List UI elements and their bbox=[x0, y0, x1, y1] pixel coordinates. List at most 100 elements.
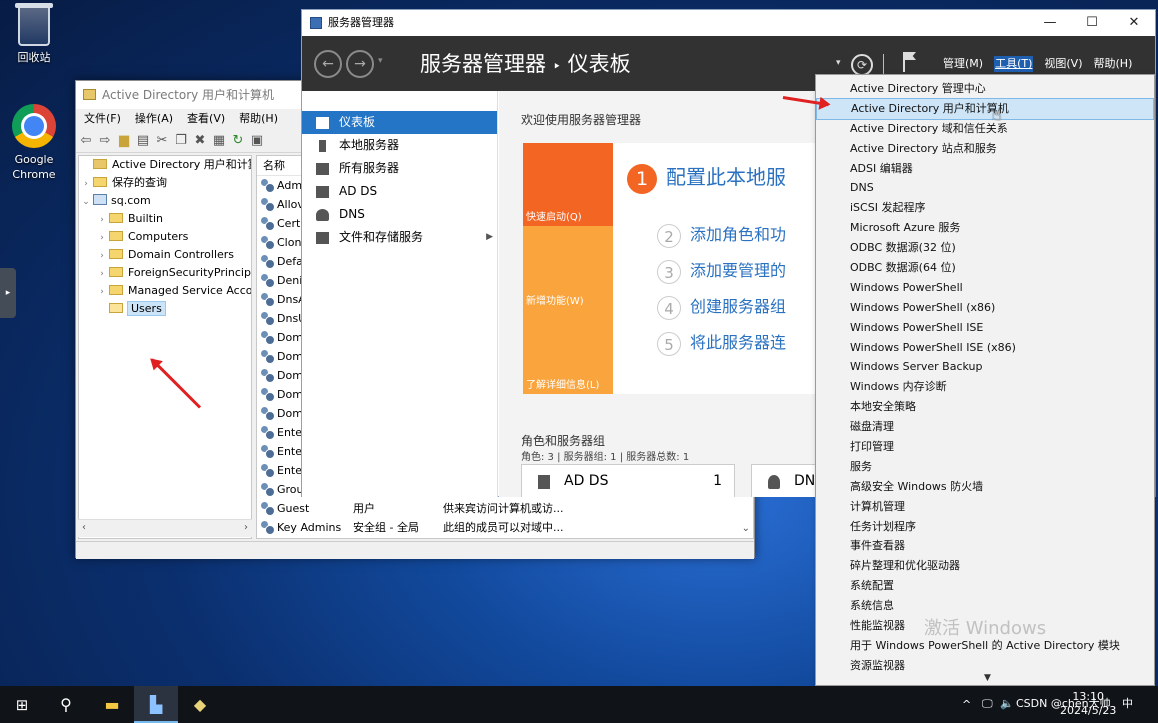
tools-menu-item[interactable]: ODBC 数据源(64 位) bbox=[816, 258, 1154, 278]
close-button[interactable]: ✕ bbox=[1114, 10, 1154, 36]
tools-menu-item[interactable]: 磁盘清理 bbox=[816, 417, 1154, 437]
tools-menu-item[interactable]: 高级安全 Windows 防火墙 bbox=[816, 477, 1154, 497]
menu-help[interactable]: 帮助(H) bbox=[1094, 56, 1133, 72]
tile-whats-new[interactable]: 新增功能(W) bbox=[523, 226, 613, 310]
expand-arrow-icon[interactable]: ▶ bbox=[486, 226, 493, 249]
desktop-icon-chrome[interactable]: Google Chrome bbox=[4, 104, 64, 182]
tree-item-managed-service-accounts[interactable]: ›Managed Service Accounts bbox=[79, 282, 251, 300]
tools-menu-item[interactable]: ODBC 数据源(32 位) bbox=[816, 238, 1154, 258]
back-icon[interactable]: ⇦ bbox=[79, 134, 93, 148]
table-row[interactable]: Guest 用户 供来宾访问计算机或访... bbox=[257, 499, 753, 518]
tools-menu-item[interactable]: Active Directory 站点和服务 bbox=[816, 139, 1154, 159]
nav-all-servers[interactable]: 所有服务器 bbox=[302, 157, 497, 180]
nav-file-storage[interactable]: 文件和存储服务 ▶ bbox=[302, 226, 497, 249]
dropdown-icon[interactable]: ▾ bbox=[836, 58, 841, 68]
refresh-icon[interactable]: ⟳ bbox=[851, 54, 873, 76]
scroll-left-icon[interactable]: ‹ bbox=[82, 522, 86, 533]
tools-menu-item[interactable]: Windows Server Backup bbox=[816, 357, 1154, 377]
tools-menu-item[interactable]: Windows PowerShell bbox=[816, 278, 1154, 298]
desktop-icon-recycle-bin[interactable]: 回收站 bbox=[4, 3, 64, 65]
tools-menu-item[interactable]: Active Directory 管理中心 bbox=[816, 79, 1154, 99]
show-console-tree-icon[interactable]: ▤ bbox=[136, 134, 150, 148]
nav-ad-ds[interactable]: AD DS bbox=[302, 180, 497, 203]
scroll-down-icon[interactable]: ⌄ bbox=[742, 523, 750, 534]
up-folder-icon[interactable]: ▆ bbox=[117, 134, 131, 148]
step-create-server-group[interactable]: 4 创建服务器组 bbox=[657, 293, 786, 321]
volume-icon[interactable]: 🔈 bbox=[1000, 697, 1014, 711]
tools-menu-item[interactable]: Active Directory 域和信任关系 bbox=[816, 119, 1154, 139]
menu-manage[interactable]: 管理(M) bbox=[943, 56, 983, 72]
forward-icon[interactable]: ⇨ bbox=[98, 134, 112, 148]
menu-tools[interactable]: 工具(T) bbox=[994, 56, 1034, 72]
delete-icon[interactable]: ✖ bbox=[193, 134, 207, 148]
tools-menu-item[interactable]: Active Directory 用户和计算机 bbox=[816, 97, 1154, 120]
tools-menu-item[interactable]: Windows PowerShell (x86) bbox=[816, 298, 1154, 318]
tools-menu-item[interactable]: Microsoft Azure 服务 bbox=[816, 218, 1154, 238]
step-add-servers[interactable]: 3 添加要管理的 bbox=[657, 257, 786, 285]
refresh-icon[interactable]: ↻ bbox=[231, 134, 245, 148]
tools-menu-item[interactable]: Windows PowerShell ISE bbox=[816, 318, 1154, 338]
tree-item-domain-controllers[interactable]: › Domain Controllers bbox=[79, 246, 251, 264]
menu-action[interactable]: 操作(A) bbox=[128, 109, 180, 129]
menu-help[interactable]: 帮助(H) bbox=[232, 109, 285, 129]
tools-menu-item[interactable]: 事件查看器 bbox=[816, 536, 1154, 556]
nav-dns[interactable]: DNS bbox=[302, 203, 497, 226]
tree-item-builtin[interactable]: › Builtin bbox=[79, 210, 251, 228]
taskbar-server-manager[interactable]: ▙ bbox=[134, 686, 178, 723]
minimize-button[interactable]: — bbox=[1030, 10, 1070, 36]
nav-dashboard[interactable]: 仪表板 bbox=[302, 111, 497, 134]
menu-view[interactable]: 查看(V) bbox=[180, 109, 232, 129]
tile-quick-start[interactable]: 快速启动(Q) bbox=[523, 143, 613, 226]
maximize-button[interactable]: ☐ bbox=[1072, 10, 1112, 36]
tools-menu-item[interactable]: Windows PowerShell ISE (x86) bbox=[816, 338, 1154, 358]
role-card-dns[interactable]: DN bbox=[751, 464, 819, 497]
tools-menu-item[interactable]: 系统配置 bbox=[816, 576, 1154, 596]
ime-indicator[interactable]: 中 bbox=[1122, 697, 1133, 711]
scroll-right-icon[interactable]: › bbox=[244, 522, 248, 533]
tree-item-users[interactable]: Users bbox=[79, 300, 251, 318]
back-arrow-icon[interactable]: ← bbox=[314, 50, 342, 78]
tile-learn-more[interactable]: 了解详细信息(L) bbox=[523, 310, 613, 394]
tools-menu-item[interactable]: 打印管理 bbox=[816, 437, 1154, 457]
tree-item-domain[interactable]: ⌄ sq.com bbox=[79, 192, 251, 210]
copy-icon[interactable]: ❐ bbox=[174, 134, 188, 148]
notifications-flag-icon[interactable] bbox=[903, 52, 917, 72]
tree-item-computers[interactable]: › Computers bbox=[79, 228, 251, 246]
cut-icon[interactable]: ✂ bbox=[155, 134, 169, 148]
sm-titlebar[interactable]: 服务器管理器 bbox=[302, 10, 1155, 36]
tools-menu-item[interactable]: 计算机管理 bbox=[816, 497, 1154, 517]
side-panel-handle[interactable]: ▸ bbox=[0, 268, 16, 318]
step-configure-local-server[interactable]: 1 配置此本地服 bbox=[627, 163, 786, 194]
tools-menu-item[interactable]: ADSI 编辑器 bbox=[816, 159, 1154, 179]
table-row[interactable]: Key Admins 安全组 - 全局 此组的成员可以对域中... bbox=[257, 518, 753, 537]
tools-menu-item[interactable]: 服务 bbox=[816, 457, 1154, 477]
tree-item-foreign-security-principals[interactable]: ›ForeignSecurityPrincipals bbox=[79, 264, 251, 282]
search-button[interactable]: ⚲ bbox=[44, 686, 88, 723]
tools-menu-item[interactable]: 任务计划程序 bbox=[816, 517, 1154, 537]
forward-arrow-icon[interactable]: → bbox=[346, 50, 374, 78]
step-connect-cloud[interactable]: 5 将此服务器连 bbox=[657, 329, 786, 357]
tools-menu-item[interactable]: Windows 内存诊断 bbox=[816, 377, 1154, 397]
clock[interactable]: 13:10 2024/5/23 bbox=[1060, 690, 1116, 718]
start-button[interactable]: ⊞ bbox=[0, 686, 44, 723]
step-add-roles[interactable]: 2 添加角色和功 bbox=[657, 221, 786, 249]
role-card-ad-ds[interactable]: AD DS 1 bbox=[521, 464, 735, 497]
menu-file[interactable]: 文件(F) bbox=[76, 109, 128, 129]
history-dropdown-icon[interactable]: ▾ bbox=[378, 56, 383, 66]
network-icon[interactable]: 🖵 bbox=[982, 697, 993, 711]
tree-horizontal-scrollbar[interactable]: ‹ › bbox=[78, 519, 252, 537]
tools-menu-item[interactable]: DNS bbox=[816, 178, 1154, 198]
export-list-icon[interactable]: ▣ bbox=[250, 134, 264, 148]
nav-local-server[interactable]: 本地服务器 bbox=[302, 134, 497, 157]
tools-menu-item[interactable]: iSCSI 发起程序 bbox=[816, 198, 1154, 218]
tools-menu-item[interactable]: 碎片整理和优化驱动器 bbox=[816, 556, 1154, 576]
properties-icon[interactable]: ▦ bbox=[212, 134, 226, 148]
tray-overflow-icon[interactable]: ^ bbox=[962, 698, 971, 712]
tree-root[interactable]: Active Directory 用户和计算机 bbox=[79, 156, 251, 174]
menu-scroll-down-icon[interactable]: ▼ bbox=[984, 673, 991, 683]
tree-item-saved-queries[interactable]: › 保存的查询 bbox=[79, 174, 251, 192]
menu-view[interactable]: 视图(V) bbox=[1044, 56, 1082, 72]
tools-menu-item[interactable]: 本地安全策略 bbox=[816, 397, 1154, 417]
taskbar-ad-tool[interactable]: ◆ bbox=[178, 686, 222, 723]
taskbar-file-explorer[interactable]: ▬ bbox=[90, 686, 134, 723]
